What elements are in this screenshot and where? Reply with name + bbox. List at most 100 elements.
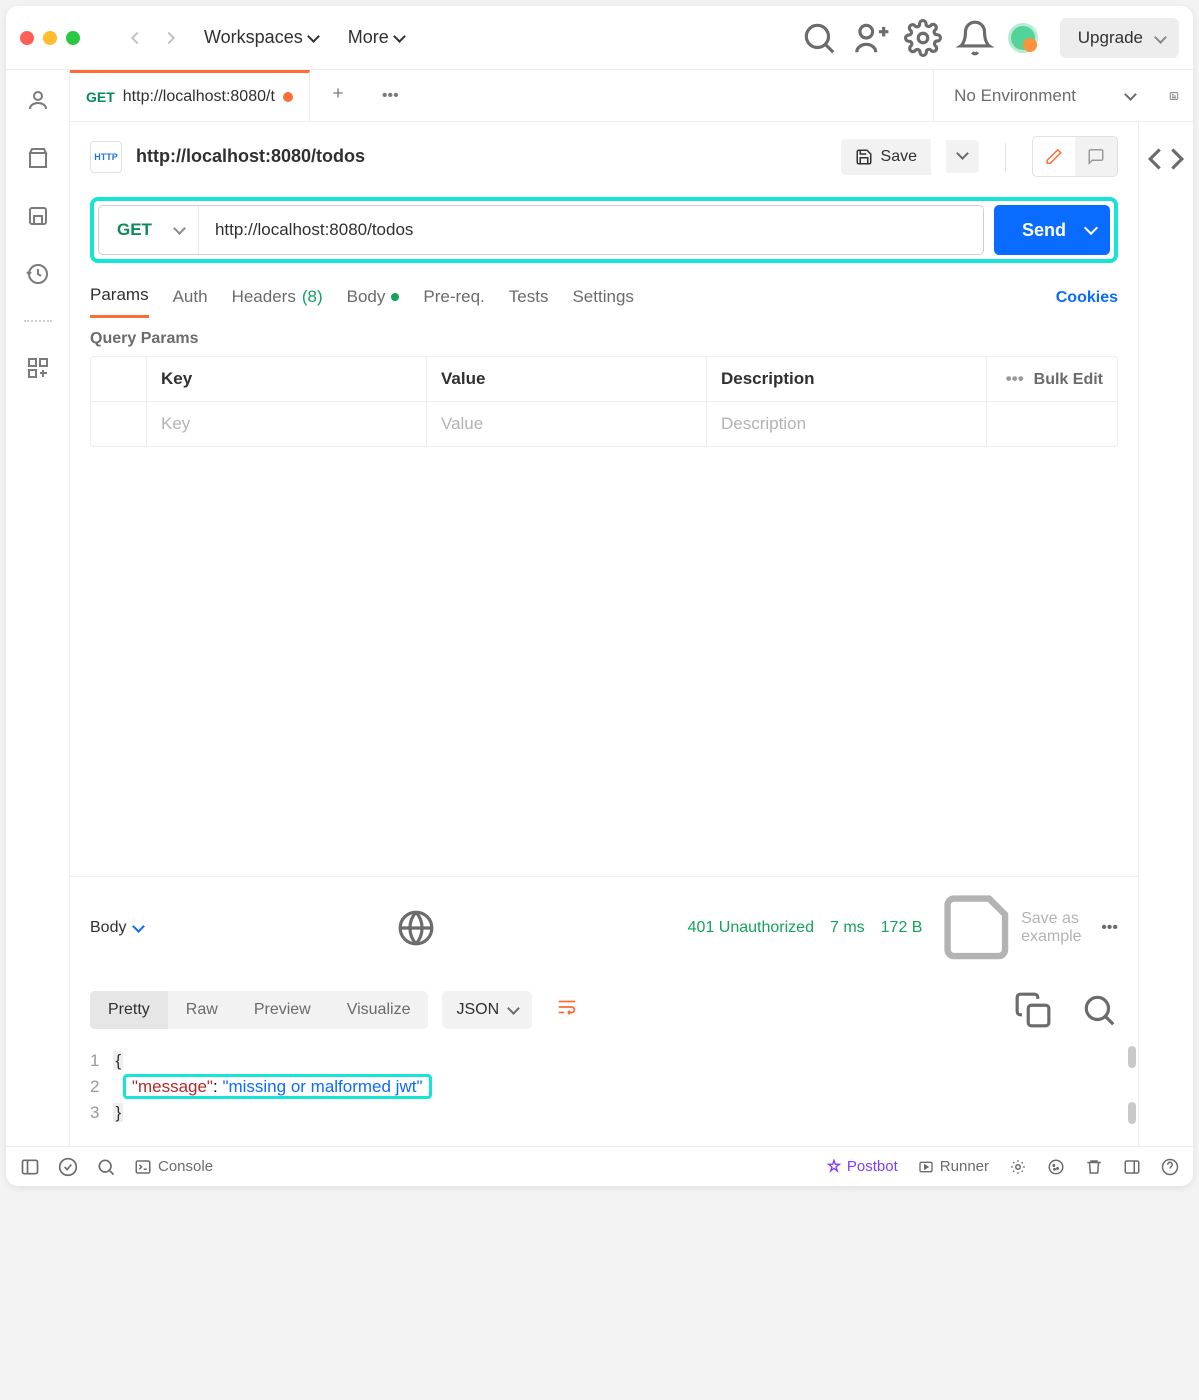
params-table: Key Value Description •••Bulk Edit Key V… <box>90 356 1118 447</box>
wrap-lines-icon[interactable] <box>544 986 590 1034</box>
line-gutter: 1 2 3 <box>90 1048 113 1126</box>
add-block-icon[interactable] <box>26 356 50 380</box>
find-icon[interactable] <box>96 1157 116 1177</box>
save-as-example-button[interactable]: Save as example <box>938 889 1085 966</box>
left-rail <box>6 70 70 1146</box>
footer: Console Postbot Runner <box>6 1146 1193 1186</box>
tab-overflow-button[interactable]: ••• <box>366 87 415 105</box>
cookies-icon[interactable] <box>1047 1158 1065 1176</box>
environments-icon[interactable] <box>26 204 50 228</box>
tab-settings[interactable]: Settings <box>572 279 633 317</box>
format-select[interactable]: JSON <box>442 991 532 1029</box>
forward-button[interactable] <box>160 27 182 49</box>
send-label: Send <box>1022 220 1066 240</box>
maximize-window-icon[interactable] <box>66 31 80 45</box>
chevron-down-icon <box>133 920 146 933</box>
comment-mode-button[interactable] <box>1075 137 1117 176</box>
title-bar: Workspaces More Upgrade <box>6 6 1193 70</box>
environment-quicklook-icon[interactable] <box>1155 77 1193 115</box>
postbot-button[interactable]: Postbot <box>826 1158 898 1175</box>
send-button[interactable]: Send <box>994 205 1110 255</box>
save-button[interactable]: Save <box>841 139 931 175</box>
console-button[interactable]: Console <box>134 1158 213 1176</box>
view-preview[interactable]: Preview <box>236 991 329 1029</box>
tab-tests[interactable]: Tests <box>509 279 549 317</box>
response-more-icon[interactable]: ••• <box>1101 919 1118 937</box>
url-box: GET <box>98 205 984 255</box>
response-body-tab[interactable]: Body <box>90 919 143 937</box>
view-raw[interactable]: Raw <box>168 991 236 1029</box>
view-toggle <box>1032 136 1118 177</box>
code-snippet-icon[interactable] <box>1147 140 1185 178</box>
traffic-lights <box>20 31 80 45</box>
notifications-icon[interactable] <box>956 19 994 57</box>
more-label: More <box>348 27 389 48</box>
trash-icon[interactable] <box>1085 1158 1103 1176</box>
collections-icon[interactable] <box>26 146 50 170</box>
tab-auth[interactable]: Auth <box>173 279 208 317</box>
view-visualize[interactable]: Visualize <box>329 991 429 1029</box>
tab-headers[interactable]: Headers (8) <box>232 279 323 317</box>
upgrade-button[interactable]: Upgrade <box>1060 18 1179 58</box>
chevron-down-icon <box>393 30 406 43</box>
response-time: 7 ms <box>830 919 865 937</box>
more-menu[interactable]: More <box>340 21 412 54</box>
chevron-down-icon <box>173 222 186 235</box>
search-response-icon[interactable] <box>1080 991 1118 1029</box>
minimize-window-icon[interactable] <box>43 31 57 45</box>
upgrade-label: Upgrade <box>1078 28 1143 47</box>
help-icon[interactable] <box>1161 1158 1179 1176</box>
capture-icon[interactable] <box>1009 1158 1027 1176</box>
rail-divider <box>24 320 52 322</box>
tab-bar: GET http://localhost:8080/t ••• No Envir… <box>70 70 1193 122</box>
chevron-down-icon <box>307 30 320 43</box>
search-icon[interactable] <box>800 19 838 57</box>
scrollbar-marker <box>1128 1102 1136 1124</box>
table-row[interactable]: Key Value Description <box>91 402 1117 446</box>
request-tabs: Params Auth Headers (8) Body Pre-req. Te… <box>70 277 1138 318</box>
value-input[interactable]: Value <box>427 402 707 446</box>
history-icon[interactable] <box>26 262 50 286</box>
request-tab[interactable]: GET http://localhost:8080/t <box>70 70 310 121</box>
save-label: Save <box>881 148 917 166</box>
workspaces-menu[interactable]: Workspaces <box>196 21 326 54</box>
runner-button[interactable]: Runner <box>918 1158 989 1175</box>
tab-params[interactable]: Params <box>90 277 149 318</box>
chevron-down-icon <box>1124 88 1137 101</box>
url-input[interactable] <box>199 206 983 254</box>
response-view-tabs: Pretty Raw Preview Visualize <box>90 991 428 1029</box>
network-icon[interactable] <box>397 909 435 947</box>
tab-title: http://localhost:8080/t <box>123 88 275 106</box>
chevron-down-icon <box>507 1002 520 1015</box>
settings-icon[interactable] <box>904 19 942 57</box>
view-pretty[interactable]: Pretty <box>90 991 168 1029</box>
environment-select[interactable]: No Environment <box>933 70 1155 121</box>
layout-icon[interactable] <box>1123 1158 1141 1176</box>
method-select[interactable]: GET <box>99 206 199 254</box>
divider <box>1005 143 1006 171</box>
new-tab-button[interactable] <box>310 85 366 106</box>
user-icon[interactable] <box>26 88 50 112</box>
tab-body[interactable]: Body <box>347 279 400 317</box>
cookies-link[interactable]: Cookies <box>1056 289 1118 307</box>
key-input[interactable]: Key <box>147 402 427 446</box>
bulk-edit-link[interactable]: Bulk Edit <box>1034 371 1103 388</box>
description-input[interactable]: Description <box>707 402 987 446</box>
save-options-button[interactable] <box>946 140 979 173</box>
right-rail <box>1139 122 1193 1146</box>
user-avatar[interactable] <box>1008 23 1038 53</box>
body-indicator-icon <box>391 293 399 301</box>
edit-mode-button[interactable] <box>1033 137 1075 176</box>
col-description: Description <box>707 357 987 401</box>
tab-prereq[interactable]: Pre-req. <box>423 279 484 317</box>
back-button[interactable] <box>124 27 146 49</box>
sync-status-icon[interactable] <box>58 1157 78 1177</box>
invite-icon[interactable] <box>852 19 890 57</box>
workspaces-label: Workspaces <box>204 27 303 48</box>
request-title: http://localhost:8080/todos <box>136 146 365 167</box>
status-code: 401 Unauthorized <box>688 919 814 937</box>
table-options-icon[interactable]: ••• <box>1006 369 1034 388</box>
sidebar-toggle-icon[interactable] <box>20 1157 40 1177</box>
copy-response-icon[interactable] <box>1014 991 1052 1029</box>
close-window-icon[interactable] <box>20 31 34 45</box>
